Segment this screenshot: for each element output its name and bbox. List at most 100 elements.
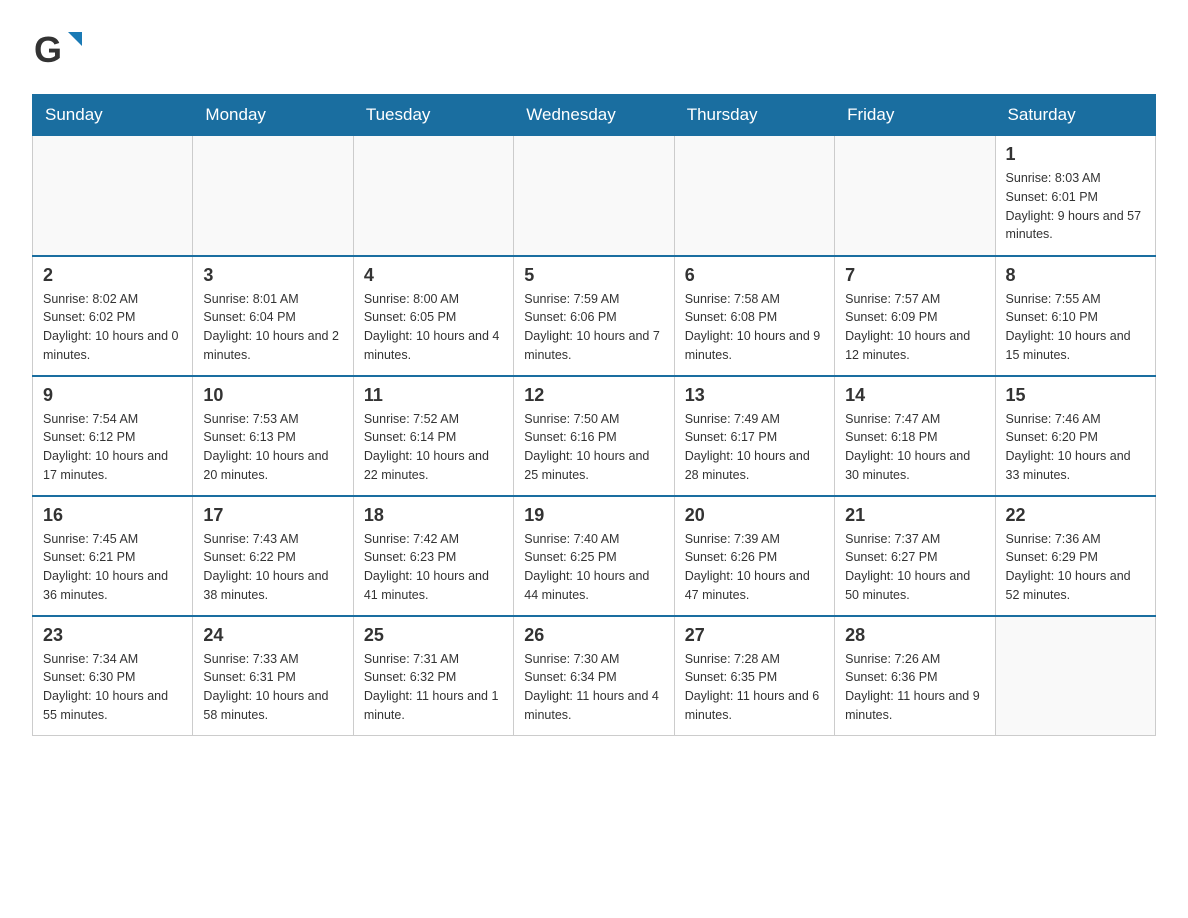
calendar-day bbox=[514, 136, 674, 256]
calendar-table: SundayMondayTuesdayWednesdayThursdayFrid… bbox=[32, 94, 1156, 736]
calendar-week-row: 16 Sunrise: 7:45 AM Sunset: 6:21 PM Dayli… bbox=[33, 496, 1156, 616]
day-info: Sunrise: 7:30 AM Sunset: 6:34 PM Dayligh… bbox=[524, 650, 663, 725]
calendar-day: 11Sunrise: 7:52 AM Sunset: 6:14 PM Dayli… bbox=[353, 376, 513, 496]
calendar-day: 27 Sunrise: 7:28 AM Sunset: 6:35 PM Dayli… bbox=[674, 616, 834, 736]
calendar-day: 1 Sunrise: 8:03 AM Sunset: 6:01 PM Daylig… bbox=[995, 136, 1155, 256]
calendar-day: 4Sunrise: 8:00 AM Sunset: 6:05 PM Daylig… bbox=[353, 256, 513, 376]
calendar-day: 20 Sunrise: 7:39 AM Sunset: 6:26 PM Dayli… bbox=[674, 496, 834, 616]
day-info: Sunrise: 7:59 AM Sunset: 6:06 PM Dayligh… bbox=[524, 290, 663, 365]
calendar-day: 10 Sunrise: 7:53 AM Sunset: 6:13 PM Dayli… bbox=[193, 376, 353, 496]
day-number: 21 bbox=[845, 505, 984, 526]
calendar-day bbox=[33, 136, 193, 256]
calendar-day: 26 Sunrise: 7:30 AM Sunset: 6:34 PM Dayli… bbox=[514, 616, 674, 736]
calendar-day: 12 Sunrise: 7:50 AM Sunset: 6:16 PM Dayli… bbox=[514, 376, 674, 496]
day-info: Sunrise: 7:33 AM Sunset: 6:31 PM Dayligh… bbox=[203, 650, 342, 725]
day-number: 14 bbox=[845, 385, 984, 406]
day-number: 7 bbox=[845, 265, 984, 286]
day-number: 8 bbox=[1006, 265, 1145, 286]
calendar-day: 22 Sunrise: 7:36 AM Sunset: 6:29 PM Dayli… bbox=[995, 496, 1155, 616]
logo-icon: G bbox=[32, 24, 84, 76]
day-number: 18 bbox=[364, 505, 503, 526]
calendar-day bbox=[353, 136, 513, 256]
calendar-day: 8 Sunrise: 7:55 AM Sunset: 6:10 PM Daylig… bbox=[995, 256, 1155, 376]
calendar-day bbox=[674, 136, 834, 256]
day-number: 19 bbox=[524, 505, 663, 526]
weekday-header-tuesday: Tuesday bbox=[353, 95, 513, 136]
calendar-week-row: 1 Sunrise: 8:03 AM Sunset: 6:01 PM Daylig… bbox=[33, 136, 1156, 256]
calendar-day: 15 Sunrise: 7:46 AM Sunset: 6:20 PM Dayli… bbox=[995, 376, 1155, 496]
calendar-day bbox=[193, 136, 353, 256]
calendar-day: 9 Sunrise: 7:54 AM Sunset: 6:12 PM Daylig… bbox=[33, 376, 193, 496]
day-number: 6 bbox=[685, 265, 824, 286]
day-number: 5 bbox=[524, 265, 663, 286]
calendar-day: 28 Sunrise: 7:26 AM Sunset: 6:36 PM Dayli… bbox=[835, 616, 995, 736]
day-info: Sunrise: 7:34 AM Sunset: 6:30 PM Dayligh… bbox=[43, 650, 182, 725]
day-info: Sunrise: 7:42 AM Sunset: 6:23 PM Dayligh… bbox=[364, 530, 503, 605]
day-info: Sunrise: 8:02 AM Sunset: 6:02 PM Dayligh… bbox=[43, 290, 182, 365]
day-info: Sunrise: 7:47 AM Sunset: 6:18 PM Dayligh… bbox=[845, 410, 984, 485]
calendar-day: 21 Sunrise: 7:37 AM Sunset: 6:27 PM Dayli… bbox=[835, 496, 995, 616]
day-info: Sunrise: 7:55 AM Sunset: 6:10 PM Dayligh… bbox=[1006, 290, 1145, 365]
calendar-day: 13Sunrise: 7:49 AM Sunset: 6:17 PM Dayli… bbox=[674, 376, 834, 496]
logo-area: G bbox=[32, 24, 84, 76]
day-info: Sunrise: 7:37 AM Sunset: 6:27 PM Dayligh… bbox=[845, 530, 984, 605]
day-info: Sunrise: 7:50 AM Sunset: 6:16 PM Dayligh… bbox=[524, 410, 663, 485]
calendar-day: 14 Sunrise: 7:47 AM Sunset: 6:18 PM Dayli… bbox=[835, 376, 995, 496]
svg-text:G: G bbox=[34, 29, 62, 70]
day-info: Sunrise: 7:43 AM Sunset: 6:22 PM Dayligh… bbox=[203, 530, 342, 605]
day-info: Sunrise: 7:28 AM Sunset: 6:35 PM Dayligh… bbox=[685, 650, 824, 725]
calendar-day bbox=[995, 616, 1155, 736]
day-info: Sunrise: 7:31 AM Sunset: 6:32 PM Dayligh… bbox=[364, 650, 503, 725]
calendar-day: 3 Sunrise: 8:01 AM Sunset: 6:04 PM Daylig… bbox=[193, 256, 353, 376]
day-number: 25 bbox=[364, 625, 503, 646]
weekday-header-saturday: Saturday bbox=[995, 95, 1155, 136]
calendar-week-row: 9 Sunrise: 7:54 AM Sunset: 6:12 PM Daylig… bbox=[33, 376, 1156, 496]
day-info: Sunrise: 8:01 AM Sunset: 6:04 PM Dayligh… bbox=[203, 290, 342, 365]
day-info: Sunrise: 7:36 AM Sunset: 6:29 PM Dayligh… bbox=[1006, 530, 1145, 605]
day-number: 28 bbox=[845, 625, 984, 646]
page-header: G bbox=[32, 24, 1156, 76]
day-info: Sunrise: 7:40 AM Sunset: 6:25 PM Dayligh… bbox=[524, 530, 663, 605]
day-info: Sunrise: 7:53 AM Sunset: 6:13 PM Dayligh… bbox=[203, 410, 342, 485]
day-number: 26 bbox=[524, 625, 663, 646]
day-number: 23 bbox=[43, 625, 182, 646]
weekday-header-monday: Monday bbox=[193, 95, 353, 136]
calendar-day: 2 Sunrise: 8:02 AM Sunset: 6:02 PM Daylig… bbox=[33, 256, 193, 376]
day-number: 16 bbox=[43, 505, 182, 526]
day-number: 1 bbox=[1006, 144, 1145, 165]
day-info: Sunrise: 7:26 AM Sunset: 6:36 PM Dayligh… bbox=[845, 650, 984, 725]
calendar-week-row: 23 Sunrise: 7:34 AM Sunset: 6:30 PM Dayli… bbox=[33, 616, 1156, 736]
weekday-header-wednesday: Wednesday bbox=[514, 95, 674, 136]
day-info: Sunrise: 7:46 AM Sunset: 6:20 PM Dayligh… bbox=[1006, 410, 1145, 485]
day-info: Sunrise: 7:49 AM Sunset: 6:17 PM Dayligh… bbox=[685, 410, 824, 485]
calendar-day: 23 Sunrise: 7:34 AM Sunset: 6:30 PM Dayli… bbox=[33, 616, 193, 736]
day-number: 24 bbox=[203, 625, 342, 646]
day-number: 17 bbox=[203, 505, 342, 526]
calendar-header-row: SundayMondayTuesdayWednesdayThursdayFrid… bbox=[33, 95, 1156, 136]
day-number: 2 bbox=[43, 265, 182, 286]
weekday-header-thursday: Thursday bbox=[674, 95, 834, 136]
calendar-day: 17 Sunrise: 7:43 AM Sunset: 6:22 PM Dayli… bbox=[193, 496, 353, 616]
day-number: 9 bbox=[43, 385, 182, 406]
calendar-day: 6 Sunrise: 7:58 AM Sunset: 6:08 PM Daylig… bbox=[674, 256, 834, 376]
day-number: 27 bbox=[685, 625, 824, 646]
day-info: Sunrise: 8:03 AM Sunset: 6:01 PM Dayligh… bbox=[1006, 169, 1145, 244]
day-number: 3 bbox=[203, 265, 342, 286]
day-info: Sunrise: 7:57 AM Sunset: 6:09 PM Dayligh… bbox=[845, 290, 984, 365]
calendar-day: 24 Sunrise: 7:33 AM Sunset: 6:31 PM Dayli… bbox=[193, 616, 353, 736]
day-info: Sunrise: 7:58 AM Sunset: 6:08 PM Dayligh… bbox=[685, 290, 824, 365]
calendar-day: 7 Sunrise: 7:57 AM Sunset: 6:09 PM Daylig… bbox=[835, 256, 995, 376]
calendar-day: 5 Sunrise: 7:59 AM Sunset: 6:06 PM Daylig… bbox=[514, 256, 674, 376]
calendar-week-row: 2 Sunrise: 8:02 AM Sunset: 6:02 PM Daylig… bbox=[33, 256, 1156, 376]
day-number: 10 bbox=[203, 385, 342, 406]
weekday-header-sunday: Sunday bbox=[33, 95, 193, 136]
calendar-day: 18 Sunrise: 7:42 AM Sunset: 6:23 PM Dayli… bbox=[353, 496, 513, 616]
day-number: 12 bbox=[524, 385, 663, 406]
day-info: Sunrise: 7:45 AM Sunset: 6:21 PM Dayligh… bbox=[43, 530, 182, 605]
day-info: Sunrise: 7:54 AM Sunset: 6:12 PM Dayligh… bbox=[43, 410, 182, 485]
day-number: 22 bbox=[1006, 505, 1145, 526]
calendar-day: 19 Sunrise: 7:40 AM Sunset: 6:25 PM Dayli… bbox=[514, 496, 674, 616]
day-info: Sunrise: 7:39 AM Sunset: 6:26 PM Dayligh… bbox=[685, 530, 824, 605]
day-number: 15 bbox=[1006, 385, 1145, 406]
day-number: 20 bbox=[685, 505, 824, 526]
